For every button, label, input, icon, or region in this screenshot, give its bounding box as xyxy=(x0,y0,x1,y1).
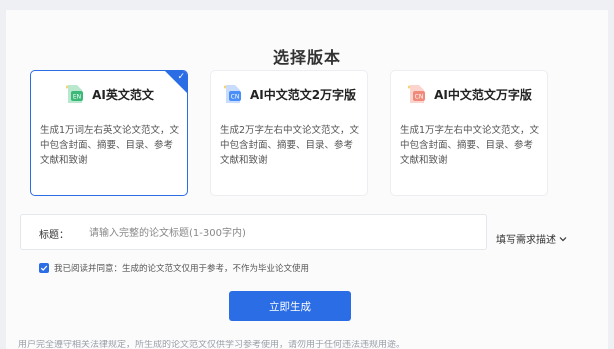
page-title: 选择版本 xyxy=(272,48,341,67)
card-header: CN AI中文范文万字版 xyxy=(391,79,547,109)
card-header: EN AI英文范文 xyxy=(31,79,187,109)
cn-doc-icon: CN xyxy=(222,83,244,105)
version-card-ai-chinese-20k[interactable]: CN AI中文范文2万字版 生成2万字左右中文论文范文，文中包含封面、摘要、目录… xyxy=(210,70,368,196)
title-label: 标题： xyxy=(39,230,69,241)
card-title: AI英文范文 xyxy=(92,87,154,102)
footer-text: 用户完全遵守相关法律规定，所生成的论文范文仅供学习参考使用，请勿用于任何违法违规… xyxy=(18,340,406,349)
version-card-ai-english[interactable]: ✓ EN AI英文范文 生成1万词左右英文论文范文，文中包含封面、摘要、目录、参… xyxy=(30,70,188,196)
svg-text:CN: CN xyxy=(231,94,240,101)
card-description: 生成1万字左右中文论文范文，文中包含封面、摘要、目录、参考文献和致谢 xyxy=(400,125,540,166)
agreement-text: 我已阅读并同意：生成的论文范文仅用于参考，不作为毕业论文使用 xyxy=(54,264,310,274)
en-doc-icon: EN xyxy=(64,83,86,105)
cn-doc-icon: CN xyxy=(406,83,428,105)
card-description: 生成1万词左右英文论文范文，文中包含封面、摘要、目录、参考文献和致谢 xyxy=(40,125,180,166)
fill-requirements-link[interactable]: 填写需求描述 xyxy=(496,231,567,246)
svg-text:EN: EN xyxy=(73,94,81,101)
footer-note: 用户完全遵守相关法律规定，所生成的论文范文仅供学习参考使用，请勿用于任何违法违规… xyxy=(18,340,608,349)
card-header: CN AI中文范文2万字版 xyxy=(211,79,367,109)
card-title: AI中文范文2万字版 xyxy=(249,87,357,102)
title-field: 标题： xyxy=(20,214,487,250)
agreement-checkbox[interactable] xyxy=(39,263,49,273)
card-description: 生成2万字左右中文论文范文，文中包含封面、摘要、目录、参考文献和致谢 xyxy=(220,125,360,166)
fill-requirements-label: 填写需求描述 xyxy=(496,235,556,246)
version-card-ai-chinese-10k[interactable]: CN AI中文范文万字版 生成1万字左右中文论文范文，文中包含封面、摘要、目录、… xyxy=(390,70,548,196)
card-title: AI中文范文万字版 xyxy=(434,87,532,102)
title-input[interactable] xyxy=(87,222,481,244)
svg-text:CN: CN xyxy=(415,94,424,101)
chevron-down-icon xyxy=(559,236,567,241)
checkmark-icon xyxy=(40,265,48,271)
generate-button[interactable]: 立即生成 xyxy=(229,291,351,321)
agreement-row: 我已阅读并同意：生成的论文范文仅用于参考，不作为毕业论文使用 xyxy=(39,262,309,274)
